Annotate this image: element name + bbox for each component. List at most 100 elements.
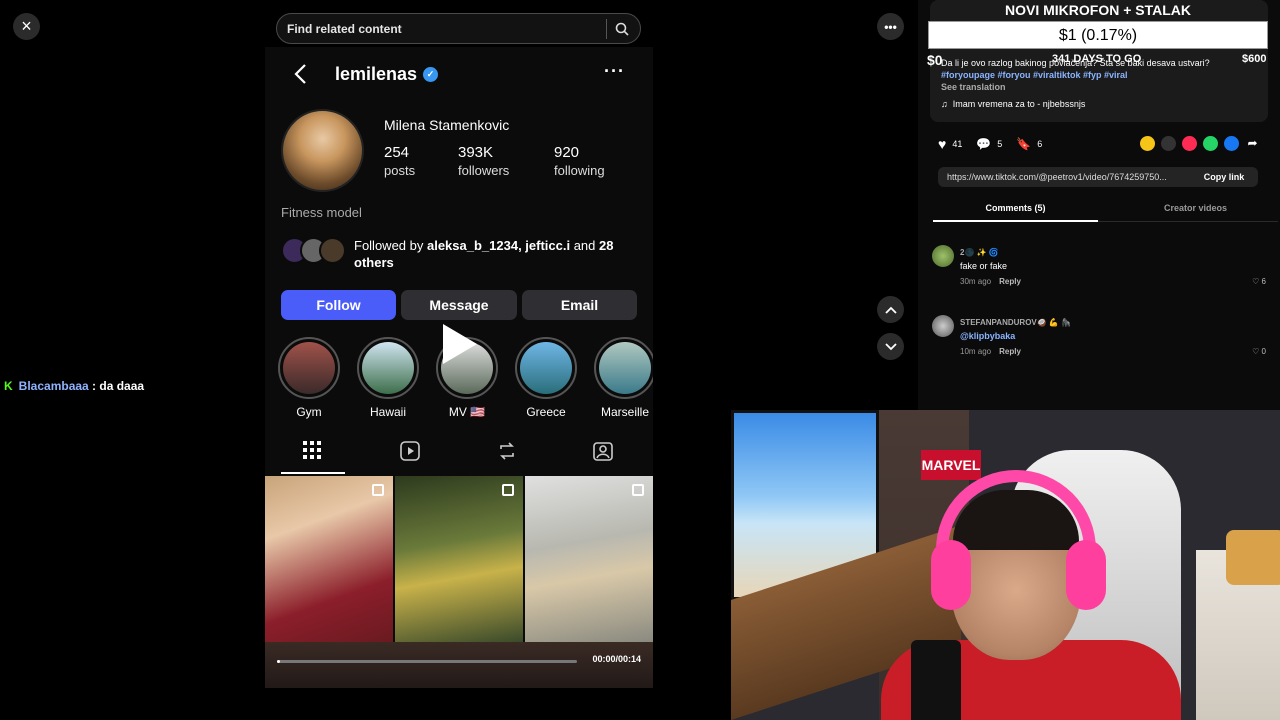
ig-username: lemilenas ✓ — [335, 64, 439, 85]
next-video-button[interactable] — [877, 333, 904, 360]
headphone-earcup — [1066, 540, 1106, 610]
search-bar[interactable] — [276, 13, 641, 44]
music-info[interactable]: ♫ Imam vremena za to - njbebssnjs — [941, 99, 1085, 109]
stat-value: 254 — [384, 144, 410, 161]
close-icon: × — [21, 16, 32, 36]
play-icon — [443, 324, 477, 364]
follow-button: Follow — [281, 290, 396, 320]
ig-header: lemilenas ✓ ··· — [265, 47, 653, 103]
tab-creator-videos[interactable]: Creator videos — [1113, 203, 1278, 213]
followed-by-text: Followed by aleksa_b_1234, jefticc.i and… — [354, 237, 619, 271]
highlight-label: Gym — [296, 405, 322, 419]
save-button[interactable]: 🔖 6 — [1016, 137, 1042, 151]
chat-message: K Blacambaaa : da daaa — [4, 379, 144, 393]
close-button[interactable]: × — [13, 13, 40, 40]
comment-user[interactable]: 2🌑 ✨ 🌀 — [960, 248, 999, 257]
post-thumbnail — [265, 476, 393, 642]
stat-followers: 393K followers — [458, 144, 509, 178]
followed-by: Followed by aleksa_b_1234, jefticc.i and… — [281, 237, 619, 271]
comment-meta: 30m ago Reply — [960, 277, 1021, 286]
comment-user[interactable]: STEFANPANDUROV🥥 💪 🦍 — [960, 318, 1071, 327]
coin-icon[interactable] — [1140, 136, 1155, 151]
active-tab-indicator — [933, 220, 1098, 222]
webcam-feed: MARVEL — [731, 410, 1280, 720]
avatar[interactable] — [932, 315, 954, 337]
comment-count: 5 — [997, 139, 1003, 149]
active-tab-indicator — [281, 472, 345, 474]
multi-post-icon — [632, 484, 644, 496]
donation-progress: $1 (0.17%) — [928, 21, 1268, 49]
video-player[interactable]: lemilenas ✓ ··· Milena Stamenkovic 254 p… — [265, 47, 653, 688]
video-progress-fill — [277, 660, 280, 663]
stat-value: 920 — [554, 144, 580, 161]
heart-icon: ♥ — [938, 136, 947, 152]
verified-badge-icon: ✓ — [423, 67, 439, 82]
heart-outline-icon: ♡ — [1252, 277, 1260, 286]
back-arrow-icon — [293, 63, 307, 91]
post-thumbnail — [395, 476, 523, 642]
highlight-label: Hawaii — [369, 405, 406, 419]
highlight-label: MV 🇺🇸 — [448, 405, 486, 419]
like-count: 41 — [952, 139, 963, 149]
microphone — [911, 640, 961, 720]
followed-users: aleksa_b_1234, jefticc.i — [426, 238, 571, 253]
donation-goal-title: NOVI MIKROFON + STALAK — [1004, 2, 1192, 18]
highlight-gym: Gym — [277, 337, 341, 419]
comment-like[interactable]: ♡ 0 — [1252, 347, 1266, 356]
highlight-hawaii: Hawaii — [356, 337, 420, 419]
see-translation-link[interactable]: See translation — [941, 81, 1261, 93]
music-title: Imam vremena za to - njbebssnjs — [952, 99, 1086, 109]
search-icon[interactable] — [607, 22, 637, 36]
comment-button[interactable]: 💬 5 — [976, 137, 1002, 151]
donation-start: $0 — [927, 52, 943, 68]
chevron-down-icon — [884, 342, 897, 350]
more-icon: ••• — [884, 19, 897, 34]
chat-username: Blacambaaa — [18, 379, 89, 393]
copy-link-button[interactable]: Copy link — [1190, 172, 1258, 182]
comment-like-count: 0 — [1261, 347, 1266, 356]
comment-time: 30m ago — [960, 277, 992, 286]
whatsapp-icon[interactable] — [1203, 136, 1218, 151]
mutual-avatars — [281, 237, 346, 264]
ig-username-text: lemilenas — [335, 64, 418, 84]
comment-item: STEFANPANDUROV🥥 💪 🦍 @klipbybaka 10m ago R… — [932, 315, 1272, 365]
comment-like[interactable]: ♡ 6 — [1252, 277, 1266, 286]
avatar — [319, 237, 346, 264]
highlight-marseille: Marseille — [593, 337, 653, 419]
more-options-button[interactable]: ••• — [877, 13, 904, 40]
tab-comments[interactable]: Comments (5) — [933, 203, 1098, 213]
hashtags[interactable]: #foryoupage #foryou #viraltiktok #fyp #v… — [941, 69, 1261, 81]
search-input[interactable] — [287, 21, 602, 36]
send-icon[interactable] — [1182, 136, 1197, 151]
stat-label: following — [554, 163, 605, 178]
highlight-label: Greece — [526, 405, 566, 419]
share-arrow-icon[interactable]: ➦ — [1245, 136, 1260, 151]
like-button[interactable]: ♥ 41 — [938, 136, 962, 152]
embed-icon[interactable] — [1161, 136, 1176, 151]
avatar[interactable] — [932, 245, 954, 267]
pillow — [1226, 530, 1280, 585]
more-options-icon: ··· — [604, 61, 625, 81]
comment-item: 2🌑 ✨ 🌀 fake or fake 30m ago Reply ♡ 6 — [932, 245, 1272, 295]
video-progress-bar[interactable] — [277, 660, 577, 663]
reply-button[interactable]: Reply — [999, 277, 1021, 286]
previous-video-button[interactable] — [877, 296, 904, 323]
video-url[interactable]: https://www.tiktok.com/@peetrov1/video/7… — [938, 172, 1190, 182]
highlight-greece: Greece — [514, 337, 578, 419]
multi-post-icon — [502, 484, 514, 496]
ig-tabs — [265, 435, 653, 473]
comment-text[interactable]: @klipbybaka — [960, 331, 1015, 341]
message-button: Message — [401, 290, 517, 320]
save-count: 6 — [1037, 139, 1043, 149]
music-note-icon: ♫ — [941, 99, 948, 109]
chevron-up-icon — [884, 306, 897, 314]
headphone-earcup — [931, 540, 971, 610]
reply-button[interactable]: Reply — [999, 347, 1021, 356]
share-options: ➦ — [1140, 136, 1260, 151]
facebook-icon[interactable] — [1224, 136, 1239, 151]
multi-post-icon — [372, 484, 384, 496]
bookmark-icon: 🔖 — [1016, 137, 1032, 151]
highlight-label: Marseille — [600, 405, 649, 419]
comment-like-count: 6 — [1261, 277, 1266, 286]
kick-badge-icon: K — [4, 379, 13, 393]
